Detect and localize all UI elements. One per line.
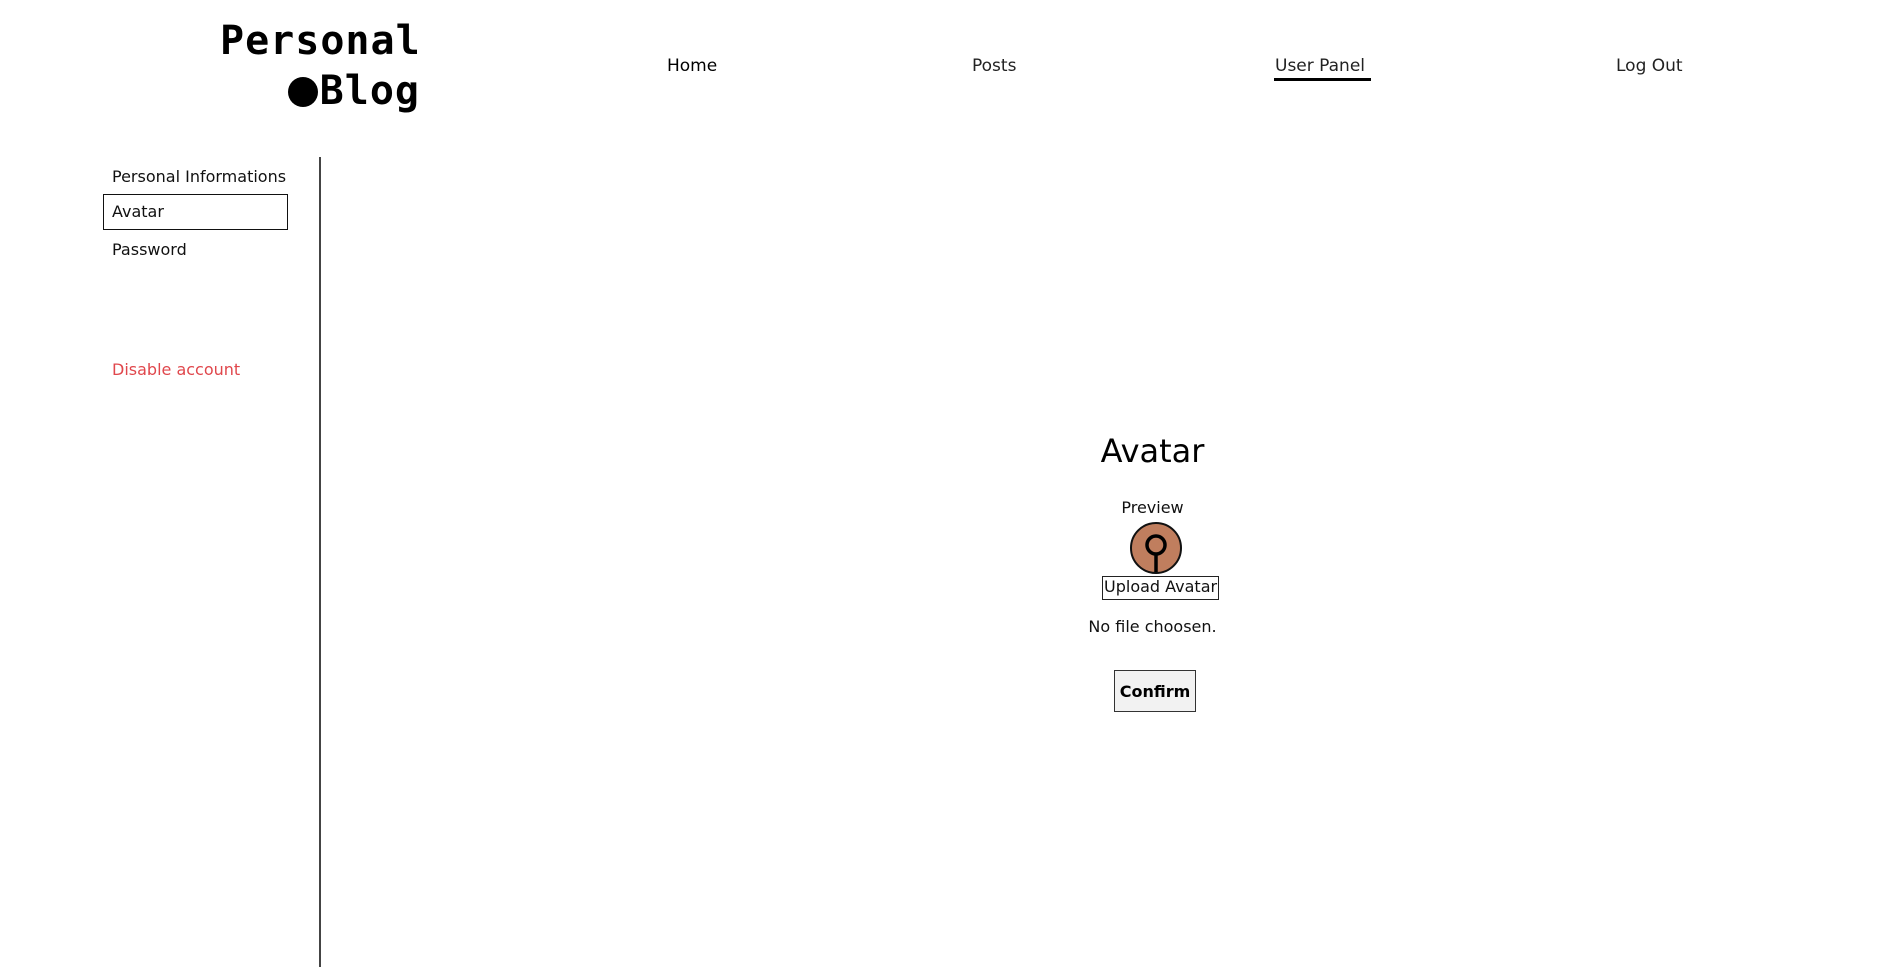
upload-avatar-button[interactable]: Upload Avatar <box>1102 576 1220 600</box>
sidebar-divider <box>319 157 321 967</box>
logo-line-1: Personal <box>220 18 421 64</box>
avatar-preview <box>1130 522 1182 574</box>
preview-label: Preview <box>1121 498 1184 517</box>
page: Personal Blog Home Posts User Panel Log … <box>0 0 1900 967</box>
disable-account-link[interactable]: Disable account <box>103 353 280 387</box>
logo-line-2-text: Blog <box>319 68 420 114</box>
avatar-placeholder-icon <box>1145 534 1167 572</box>
confirm-button[interactable]: Confirm <box>1114 670 1196 712</box>
file-status-text: No file choosen. <box>1088 617 1217 636</box>
nav-home[interactable]: Home <box>667 56 717 76</box>
logo-dot-icon <box>287 77 318 107</box>
nav-user-panel[interactable]: User Panel <box>1274 56 1372 81</box>
logo-line-2: Blog <box>220 66 420 116</box>
sidebar-item-avatar[interactable]: Avatar <box>103 194 288 230</box>
sidebar-item-personal-informations[interactable]: Personal Informations <box>103 160 286 194</box>
nav-posts[interactable]: Posts <box>972 56 1016 76</box>
page-title: Avatar <box>1100 432 1205 470</box>
site-logo[interactable]: Personal Blog <box>220 16 420 116</box>
sidebar-item-password[interactable]: Password <box>103 233 280 267</box>
nav-log-out[interactable]: Log Out <box>1616 56 1683 76</box>
